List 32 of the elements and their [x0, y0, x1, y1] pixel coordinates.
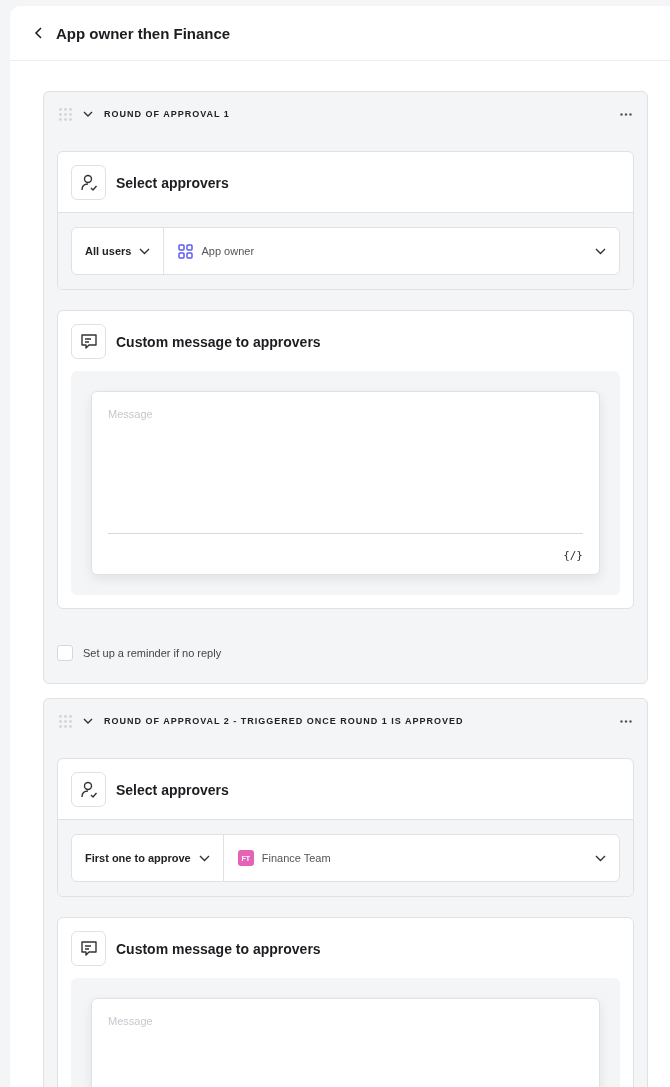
message-field[interactable]: Message	[91, 998, 600, 1087]
caret-icon	[198, 854, 210, 862]
drag-handle-icon[interactable]	[59, 714, 72, 728]
chat-bubble-icon	[71, 931, 106, 966]
insert-variable-button[interactable]: {/}	[563, 546, 583, 564]
chat-bubble-icon	[71, 324, 106, 359]
more-options-icon[interactable]	[618, 110, 634, 118]
round-title: ROUND OF APPROVAL 1	[104, 109, 230, 119]
caret-icon	[595, 854, 606, 862]
reminder-checkbox[interactable]	[57, 645, 73, 661]
collapse-chevron-icon[interactable]	[81, 109, 95, 119]
approval-mode-dropdown[interactable]: All users	[72, 228, 165, 274]
approver-dropdown[interactable]: App owner	[164, 228, 619, 274]
user-check-icon	[71, 165, 106, 200]
reminder-label: Set up a reminder if no reply	[83, 647, 222, 659]
section-title: Custom message to approvers	[116, 940, 321, 957]
grid-icon	[178, 243, 194, 259]
more-options-icon[interactable]	[618, 717, 634, 725]
approver-label: App owner	[201, 245, 255, 257]
page-title: App owner then Finance	[56, 24, 231, 42]
approver-label: Finance Team	[261, 852, 331, 864]
caret-icon	[595, 247, 606, 255]
section-title: Custom message to approvers	[116, 333, 321, 350]
user-check-icon	[71, 772, 106, 807]
round-title: ROUND OF APPROVAL 2 - TRIGGERED ONCE ROUND 1 IS APPROVED	[104, 716, 464, 726]
message-field[interactable]: Message {/}	[91, 391, 600, 575]
drag-handle-icon[interactable]	[59, 107, 72, 121]
section-title: Select approvers	[116, 174, 229, 191]
approval-mode-dropdown[interactable]: First one to approve	[72, 835, 224, 881]
collapse-chevron-icon[interactable]	[81, 716, 95, 726]
section-title: Select approvers	[116, 781, 229, 798]
caret-icon	[139, 247, 151, 255]
